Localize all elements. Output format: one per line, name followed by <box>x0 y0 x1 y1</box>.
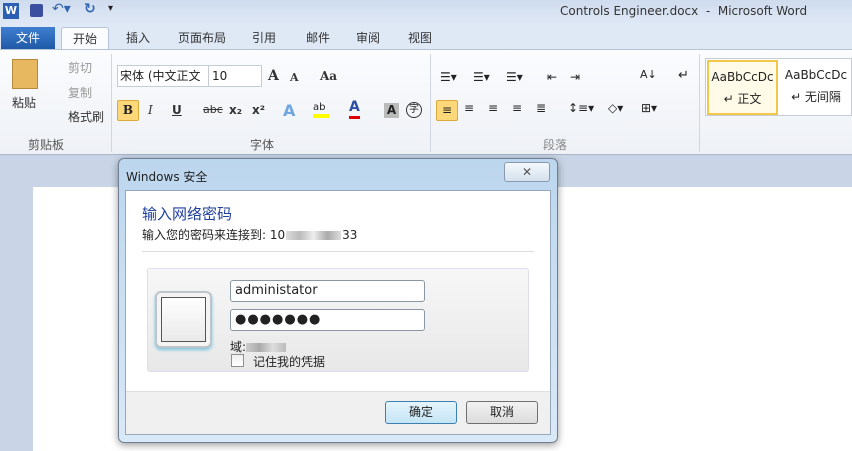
format-painter-button[interactable]: 格式刷 <box>68 107 104 127</box>
strikethrough-button[interactable]: abc <box>203 100 223 120</box>
remember-label[interactable]: 记住我的凭据 <box>253 353 325 370</box>
save-icon[interactable] <box>30 4 43 17</box>
font-group-label: 字体 <box>250 138 275 152</box>
shading-icon[interactable]: ◇▾ <box>608 101 623 115</box>
paste-icon <box>12 59 38 89</box>
username-input[interactable]: administator <box>230 280 425 302</box>
clipboard-group-label: 剪贴板 <box>28 138 65 152</box>
tab-review[interactable]: 审阅 <box>350 27 386 49</box>
numbering-icon[interactable]: ☰▾ <box>473 70 490 84</box>
font-size-select[interactable]: 10 <box>208 65 262 87</box>
show-marks-icon[interactable]: ↵ <box>678 68 689 83</box>
ribbon: 粘贴 剪切 复制 格式刷 剪贴板 宋体 (中文正文 10 A A Aa B I … <box>0 49 852 155</box>
tab-view[interactable]: 视图 <box>402 27 438 49</box>
enclose-characters-icon[interactable]: 字 <box>406 102 422 118</box>
ok-button[interactable]: 确定 <box>385 401 457 424</box>
bullets-icon[interactable]: ☰▾ <box>440 70 457 84</box>
tab-file[interactable]: 文件 <box>1 27 55 49</box>
windows-security-dialog: Windows 安全 ✕ 输入网络密码 输入您的密码来连接到: 10 33 adm… <box>118 158 558 443</box>
align-right-icon[interactable]: ≡ <box>488 101 498 115</box>
user-avatar <box>155 291 212 348</box>
tab-page-layout[interactable]: 页面布局 <box>170 27 234 49</box>
dialog-heading: 输入网络密码 <box>142 205 233 223</box>
redo-icon[interactable]: ↻ <box>84 1 96 17</box>
character-shading-icon[interactable]: A <box>384 103 399 118</box>
increase-indent-icon[interactable]: ⇥ <box>570 70 580 84</box>
copy-button[interactable]: 复制 <box>68 83 92 103</box>
tab-mailings[interactable]: 邮件 <box>300 27 336 49</box>
dialog-body: 输入网络密码 输入您的密码来连接到: 10 33 administator ●●●… <box>125 190 551 435</box>
grow-font-button[interactable]: A <box>268 66 279 86</box>
change-case-button[interactable]: Aa <box>320 66 337 86</box>
text-effects-icon[interactable]: A <box>283 101 295 120</box>
remember-checkbox[interactable] <box>231 354 244 367</box>
cancel-button[interactable]: 取消 <box>466 401 538 424</box>
credential-tile: administator ●●●●●●● 域: 记住我的凭据 <box>147 268 529 372</box>
align-left-button[interactable]: ≡ <box>436 100 458 121</box>
decrease-indent-icon[interactable]: ⇤ <box>547 70 557 84</box>
borders-icon[interactable]: ⊞▾ <box>641 101 657 115</box>
superscript-button[interactable]: x² <box>252 100 265 120</box>
tab-insert[interactable]: 插入 <box>118 27 158 49</box>
dialog-footer: 确定 取消 <box>126 391 550 434</box>
style-no-spacing[interactable]: AaBbCcDc ↵ 无间隔 <box>780 62 852 114</box>
password-input[interactable]: ●●●●●●● <box>230 309 425 331</box>
tab-home[interactable]: 开始 <box>61 27 109 49</box>
styles-gallery: AaBbCcDc ↵ 正文 AaBbCcDc ↵ 无间隔 <box>705 58 852 116</box>
italic-button[interactable]: I <box>148 100 153 120</box>
font-name-select[interactable]: 宋体 (中文正文 <box>117 65 209 87</box>
cut-button[interactable]: 剪切 <box>68 58 92 78</box>
title-bar: W ↶▾ ↻ ▾ Controls Engineer.docx - Micros… <box>0 0 852 24</box>
redacted-domain <box>246 343 287 352</box>
close-button[interactable]: ✕ <box>504 162 550 182</box>
font-color-button[interactable]: A <box>349 99 360 119</box>
dialog-subtext: 输入您的密码来连接到: 10 33 <box>142 228 358 242</box>
separator <box>142 251 534 252</box>
shrink-font-button[interactable]: A <box>290 68 299 88</box>
close-icon: ✕ <box>521 165 533 179</box>
subscript-button[interactable]: x₂ <box>229 100 242 120</box>
paragraph-group-label: 段落 <box>543 138 568 152</box>
word-icon: W <box>3 3 19 19</box>
undo-icon[interactable]: ↶▾ <box>52 1 71 17</box>
line-spacing-icon[interactable]: ↕≡▾ <box>568 101 594 115</box>
bold-button[interactable]: B <box>117 100 139 121</box>
customize-quick-access-icon[interactable]: ▾ <box>108 3 113 14</box>
redacted-address <box>286 231 342 240</box>
justify-icon[interactable]: ≡ <box>512 101 522 115</box>
paste-button[interactable]: 粘贴 <box>12 93 36 113</box>
window-title: Controls Engineer.docx - Microsoft Word <box>560 4 808 18</box>
distributed-icon[interactable]: ≣ <box>536 101 546 115</box>
underline-button[interactable]: U <box>172 100 182 120</box>
sort-icon[interactable]: A↓ <box>640 68 657 81</box>
highlight-icon[interactable]: ab <box>313 102 329 118</box>
align-center-icon[interactable]: ≡ <box>464 101 474 115</box>
style-normal[interactable]: AaBbCcDc ↵ 正文 <box>707 60 778 115</box>
multilevel-list-icon[interactable]: ☰▾ <box>506 70 523 84</box>
ribbon-tabs: 文件 开始 插入 页面布局 引用 邮件 审阅 视图 <box>0 24 852 49</box>
tab-references[interactable]: 引用 <box>246 27 282 49</box>
dialog-title: Windows 安全 <box>126 170 208 184</box>
